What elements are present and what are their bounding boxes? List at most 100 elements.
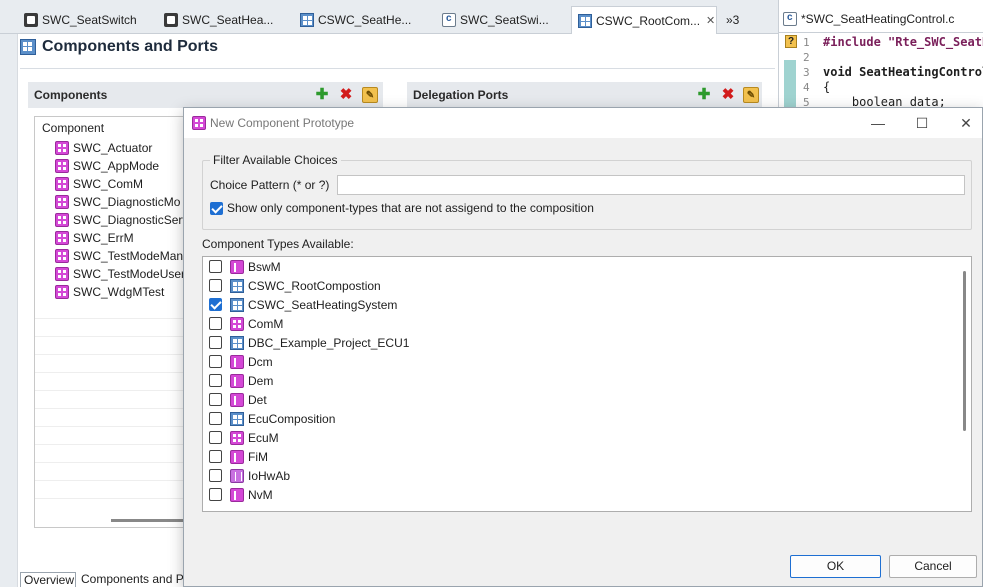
- component-icon: [192, 116, 206, 130]
- filter-group: Filter Available Choices Choice Pattern …: [202, 153, 972, 230]
- c-file-icon: [783, 12, 797, 26]
- left-margin-bar: [0, 0, 18, 587]
- checkbox[interactable]: [209, 431, 222, 444]
- bsw-module-icon: [230, 373, 244, 388]
- code-line: #include "Rte_SWC_SeatH: [823, 35, 983, 49]
- empty-row: [35, 427, 193, 445]
- delegation-section: Delegation Ports ✚ ✖ ✎: [407, 82, 762, 108]
- horizontal-scrollbar[interactable]: [111, 519, 191, 522]
- component-icon: [55, 141, 69, 155]
- bsw-module-icon: [230, 259, 244, 274]
- vertical-scrollbar[interactable]: [963, 271, 966, 431]
- checkbox[interactable]: [209, 317, 222, 330]
- tab-cswc-seatheating[interactable]: CSWC_SeatHe...: [294, 6, 432, 34]
- choice-pattern-label: Choice Pattern (* or ?): [210, 178, 330, 192]
- checkbox[interactable]: [209, 393, 222, 406]
- component-icon: [164, 13, 178, 27]
- component-icon: [55, 213, 69, 227]
- component-types-list[interactable]: BswM CSWC_RootCompostion CSWC_SeatHeatin…: [202, 256, 972, 512]
- checkbox[interactable]: [209, 488, 222, 501]
- list-item[interactable]: Det: [203, 390, 971, 409]
- checkbox[interactable]: [209, 412, 222, 425]
- checkbox[interactable]: [209, 374, 222, 387]
- edit-icon[interactable]: ✎: [743, 87, 759, 103]
- checkbox[interactable]: [209, 260, 222, 273]
- checkbox[interactable]: [209, 336, 222, 349]
- empty-row: [35, 481, 193, 499]
- components-list[interactable]: Component SWC_Actuator SWC_AppMode SWC_C…: [34, 116, 194, 528]
- line-number: 4: [803, 81, 810, 94]
- delete-icon[interactable]: ✖: [338, 87, 354, 103]
- checkbox[interactable]: [209, 355, 222, 368]
- list-item[interactable]: IoHwAb: [203, 466, 971, 485]
- bsw-module-icon: [230, 354, 244, 369]
- empty-row: [35, 301, 193, 319]
- tab-overflow-button[interactable]: »3: [720, 6, 760, 34]
- editor-tab-bar: SWC_SeatSwitch SWC_SeatHea... CSWC_SeatH…: [0, 0, 778, 34]
- composition-icon: [20, 39, 36, 55]
- tab-code-file[interactable]: *SWC_SeatHeatingControl.c: [783, 8, 954, 30]
- list-item[interactable]: SWC_TestModeMan: [35, 247, 193, 265]
- maximize-icon[interactable]: ☐: [912, 114, 932, 132]
- list-item[interactable]: Dcm: [203, 352, 971, 371]
- tab-swc-seatswitch-c[interactable]: SWC_SeatSwi...: [436, 6, 568, 34]
- add-icon[interactable]: ✚: [696, 87, 712, 103]
- column-header[interactable]: Component: [35, 117, 193, 139]
- checkbox[interactable]: [210, 201, 223, 215]
- component-icon: [55, 195, 69, 209]
- tab-overview[interactable]: Overview: [20, 572, 76, 587]
- ok-button[interactable]: OK: [790, 555, 881, 578]
- list-item[interactable]: DBC_Example_Project_ECU1: [203, 333, 971, 352]
- tab-components-and-ports[interactable]: Components and P: [78, 572, 183, 587]
- list-item[interactable]: NvM: [203, 485, 971, 504]
- list-item[interactable]: BswM: [203, 257, 971, 276]
- list-item[interactable]: EcuComposition: [203, 409, 971, 428]
- code-line: {: [823, 80, 831, 94]
- list-item[interactable]: SWC_TestModeUser: [35, 265, 193, 283]
- empty-row: [35, 355, 193, 373]
- line-number: 2: [803, 51, 810, 64]
- list-item-partial: [203, 504, 971, 511]
- minimize-icon[interactable]: —: [868, 114, 888, 132]
- list-item[interactable]: SWC_ComM: [35, 175, 193, 193]
- checkbox[interactable]: [209, 469, 222, 482]
- composition-icon: [230, 411, 244, 426]
- change-marker: [784, 60, 796, 110]
- list-item[interactable]: FiM: [203, 447, 971, 466]
- dialog-titlebar[interactable]: New Component Prototype — ☐ ✕: [184, 108, 982, 138]
- page-title: Components and Ports: [20, 38, 218, 56]
- checkbox[interactable]: [209, 279, 222, 292]
- list-item[interactable]: CSWC_RootCompostion: [203, 276, 971, 295]
- add-icon[interactable]: ✚: [314, 87, 330, 103]
- edit-icon[interactable]: ✎: [362, 87, 378, 103]
- composition-icon: [300, 13, 314, 27]
- list-item[interactable]: SWC_AppMode: [35, 157, 193, 175]
- composition-icon: [230, 278, 244, 293]
- list-item[interactable]: SWC_DiagnosticServ: [35, 211, 193, 229]
- component-icon: [24, 13, 38, 27]
- tab-swc-seatswitch[interactable]: SWC_SeatSwitch: [18, 6, 154, 34]
- list-item[interactable]: EcuM: [203, 428, 971, 447]
- close-icon[interactable]: ✕: [956, 114, 976, 132]
- component-icon: [55, 177, 69, 191]
- composition-icon: [230, 335, 244, 350]
- close-tab-icon[interactable]: ✕: [706, 14, 715, 27]
- checkbox[interactable]: [209, 298, 222, 311]
- list-item[interactable]: Dem: [203, 371, 971, 390]
- choice-pattern-input[interactable]: [337, 175, 965, 195]
- tab-cswc-rootcomposition[interactable]: CSWC_RootCom... ✕: [571, 6, 717, 34]
- list-item[interactable]: SWC_ErrM: [35, 229, 193, 247]
- list-item[interactable]: CSWC_SeatHeatingSystem: [203, 295, 971, 314]
- list-item[interactable]: ComM: [203, 314, 971, 333]
- checkbox[interactable]: [209, 450, 222, 463]
- tab-swc-seatheating[interactable]: SWC_SeatHea...: [158, 6, 290, 34]
- cancel-button[interactable]: Cancel: [889, 555, 977, 578]
- available-label: Component Types Available:: [202, 237, 354, 251]
- show-only-checkbox[interactable]: Show only component-types that are not a…: [210, 201, 594, 215]
- list-item[interactable]: SWC_Actuator: [35, 139, 193, 157]
- empty-row: [35, 445, 193, 463]
- delete-icon[interactable]: ✖: [720, 87, 736, 103]
- warning-icon[interactable]: ?: [785, 35, 797, 48]
- list-item[interactable]: SWC_DiagnosticMo: [35, 193, 193, 211]
- list-item[interactable]: SWC_WdgMTest: [35, 283, 193, 301]
